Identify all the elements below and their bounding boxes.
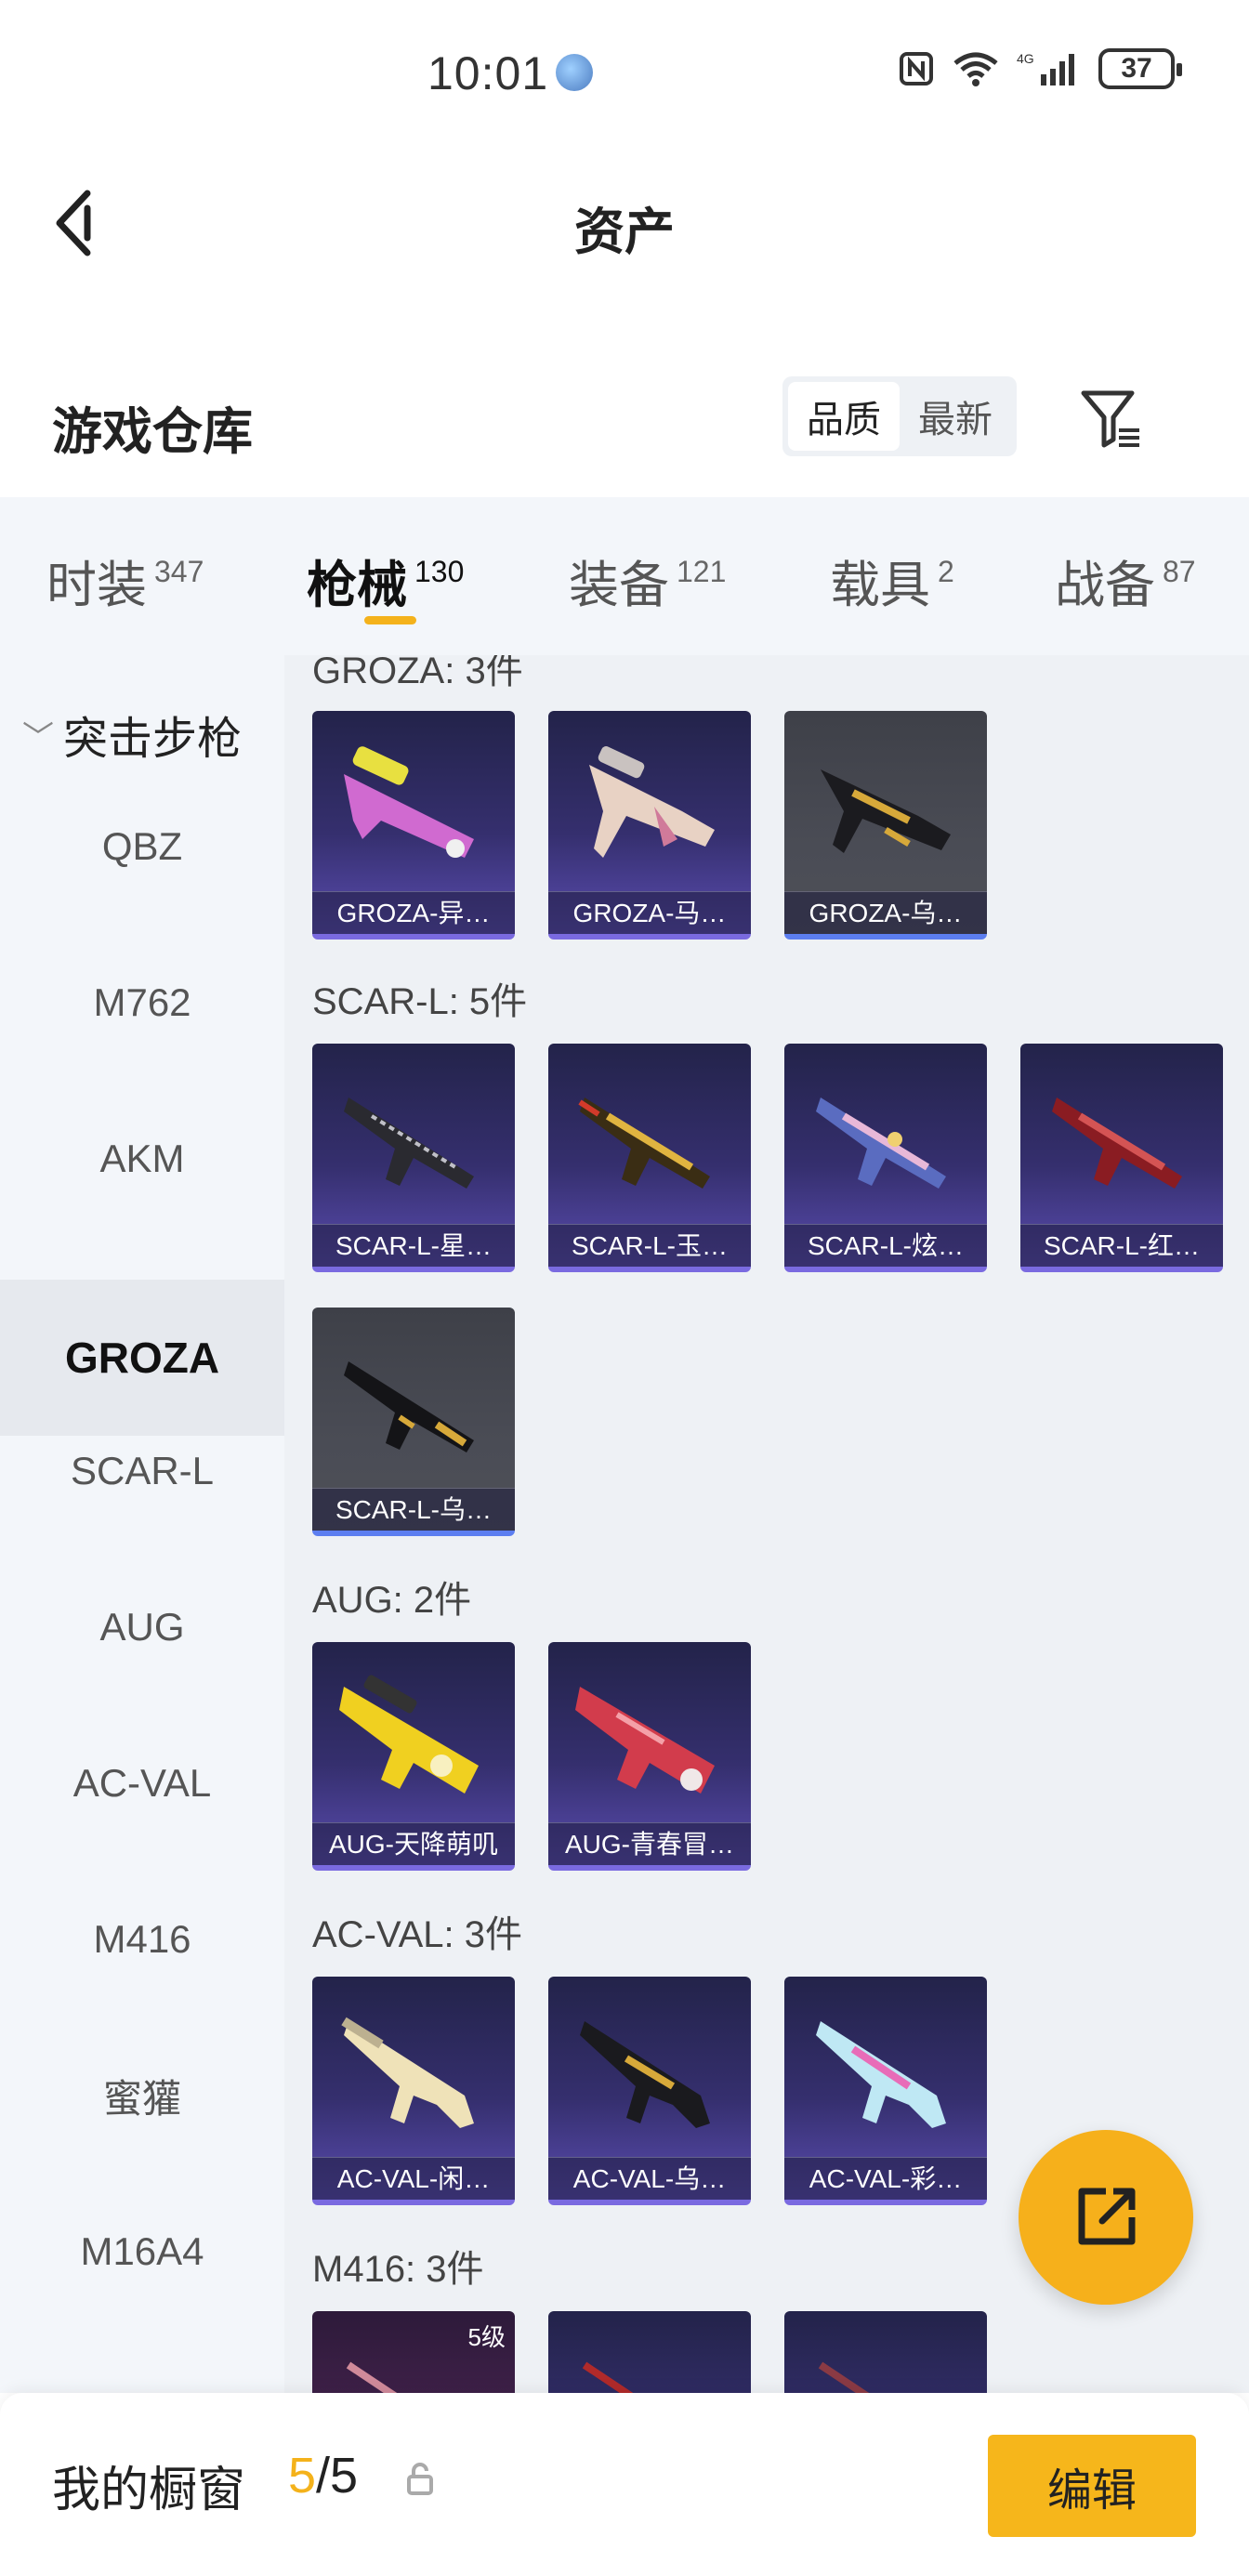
- sort-toggle: 品质 最新: [782, 376, 1017, 456]
- sidebar-item-m416[interactable]: M416: [0, 1861, 284, 2017]
- weapon-card-label: AC-VAL-彩…: [784, 2157, 987, 2200]
- share-button[interactable]: [1019, 2130, 1193, 2305]
- weapon-card-label: GROZA-乌…: [784, 891, 987, 934]
- weapon-card[interactable]: AUG-天降萌叽: [312, 1642, 515, 1871]
- weapon-card[interactable]: SCAR-L-玉…: [548, 1044, 751, 1272]
- sidebar-item-akm[interactable]: AKM: [0, 1081, 284, 1237]
- battery-icon: 37: [1098, 48, 1182, 89]
- showcase-label: 我的橱窗: [52, 2464, 246, 2517]
- active-tab-indicator: [364, 616, 416, 624]
- group-title-aug: AUG: 2件: [312, 1580, 472, 1621]
- gun-skin-icon: [821, 769, 951, 853]
- gun-skin-icon: [818, 2361, 870, 2393]
- tab-firearms[interactable]: 枪械 130: [307, 544, 464, 617]
- weapon-card-label: SCAR-L-星…: [312, 1224, 515, 1267]
- weapon-card-label: AC-VAL-闲…: [312, 2157, 515, 2200]
- tab-vehicles[interactable]: 载具 2: [830, 544, 954, 617]
- chevron-down-icon: ﹀: [22, 719, 54, 756]
- weapon-card[interactable]: [784, 2311, 987, 2393]
- svg-text:4G: 4G: [1017, 51, 1034, 66]
- weapon-card[interactable]: AUG-青春冒…: [548, 1642, 751, 1871]
- weapon-card[interactable]: SCAR-L-红…: [1020, 1044, 1223, 1272]
- showcase-bar: 我的橱窗 5/5 编辑: [0, 2393, 1249, 2576]
- warehouse-title: 游戏仓库: [52, 404, 253, 460]
- weapon-card[interactable]: 5级: [312, 2311, 515, 2393]
- gun-skin-icon: [816, 1097, 946, 1189]
- gun-skin-icon: [346, 2361, 398, 2393]
- nfc-icon: [900, 52, 933, 85]
- category-tabs: 时装 347 枪械 130 装备 121 载具 2 战备 87: [0, 497, 1249, 655]
- weapon-card-label: SCAR-L-红…: [1020, 1224, 1223, 1267]
- weapon-card[interactable]: SCAR-L-炫…: [784, 1044, 987, 1272]
- share-external-icon: [1078, 2188, 1136, 2245]
- edit-button[interactable]: 编辑: [988, 2435, 1196, 2537]
- group-title-groza: GROZA: 3件: [312, 655, 523, 691]
- filter-icon[interactable]: [1078, 386, 1145, 453]
- weapon-card-label: SCAR-L-玉…: [548, 1224, 751, 1267]
- weapon-card[interactable]: GROZA-异…: [312, 711, 515, 940]
- weapon-card-label: SCAR-L-炫…: [784, 1224, 987, 1267]
- gun-skin-icon: [344, 1361, 474, 1452]
- sidebar-item-honey-badger[interactable]: 蜜獾: [0, 2017, 284, 2174]
- gun-skin-icon: [816, 2021, 946, 2128]
- wifi-icon: [953, 52, 998, 86]
- gun-skin-icon: [582, 2361, 634, 2393]
- tab-fashion[interactable]: 时装 347: [46, 544, 204, 617]
- weapon-card[interactable]: SCAR-L-星…: [312, 1044, 515, 1272]
- weapon-card-label: AUG-天降萌叽: [312, 1822, 515, 1865]
- notification-avatar-icon: [556, 54, 593, 91]
- sort-newest-button[interactable]: 最新: [900, 382, 1011, 451]
- tab-equipment[interactable]: 装备 121: [569, 544, 726, 617]
- gun-skin-icon: [580, 2021, 710, 2128]
- weapon-card-label: AUG-青春冒…: [548, 1822, 751, 1865]
- weapon-card[interactable]: AC-VAL-彩…: [784, 1977, 987, 2205]
- weapon-card-label: AC-VAL-乌…: [548, 2157, 751, 2200]
- status-bar: 10:01 4G 37: [0, 0, 1249, 139]
- gun-skin-icon: [344, 1097, 474, 1189]
- group-title-scar-l: SCAR-L: 5件: [312, 981, 528, 1022]
- weapon-card-label: GROZA-马…: [548, 891, 751, 934]
- weapon-card[interactable]: [548, 2311, 751, 2393]
- gun-skin-icon: [1052, 1097, 1182, 1189]
- sidebar-item-m762[interactable]: M762: [0, 925, 284, 1081]
- weapon-card[interactable]: GROZA-乌…: [784, 711, 987, 940]
- weapon-card[interactable]: SCAR-L-乌…: [312, 1308, 515, 1536]
- weapon-card-label: SCAR-L-乌…: [312, 1488, 515, 1531]
- group-title-ac-val: AC-VAL: 3件: [312, 1914, 522, 1955]
- weapon-sidebar: ﹀ 突击步枪 QBZ M762 AKM GROZA SCAR-L AUG AC-…: [0, 655, 284, 2393]
- page-title: 资产: [574, 204, 675, 260]
- sidebar-item-scar-l[interactable]: SCAR-L: [0, 1393, 284, 1549]
- lock-icon: [407, 2463, 433, 2495]
- weapon-card[interactable]: GROZA-马…: [548, 711, 751, 940]
- gun-skin-icon: [344, 746, 474, 858]
- group-title-m416: M416: 3件: [312, 2249, 484, 2290]
- gun-skin-icon: [589, 746, 715, 858]
- gun-skin-icon: [578, 1097, 710, 1189]
- tab-supplies[interactable]: 战备 87: [1055, 544, 1196, 617]
- signal-icon: 4G: [1017, 51, 1074, 85]
- weapon-card-label: GROZA-异…: [312, 891, 515, 934]
- weapon-card[interactable]: AC-VAL-闲…: [312, 1977, 515, 2205]
- weapon-card[interactable]: AC-VAL-乌…: [548, 1977, 751, 2205]
- gun-skin-icon: [339, 1675, 479, 1794]
- sidebar-item-aug[interactable]: AUG: [0, 1549, 284, 1705]
- sidebar-item-qbz[interactable]: QBZ: [0, 769, 284, 925]
- status-icons: 4G 37: [898, 48, 1182, 89]
- gun-skin-icon: [575, 1687, 715, 1794]
- gun-skin-icon: [341, 2017, 474, 2128]
- sidebar-item-ac-val[interactable]: AC-VAL: [0, 1705, 284, 1861]
- sidebar-category[interactable]: ﹀ 突击步枪: [22, 702, 242, 767]
- sort-quality-button[interactable]: 品质: [788, 382, 900, 451]
- status-time: 10:01: [427, 47, 549, 99]
- showcase-count: 5/5: [288, 2448, 359, 2504]
- sidebar-item-m16a4[interactable]: M16A4: [0, 2174, 284, 2330]
